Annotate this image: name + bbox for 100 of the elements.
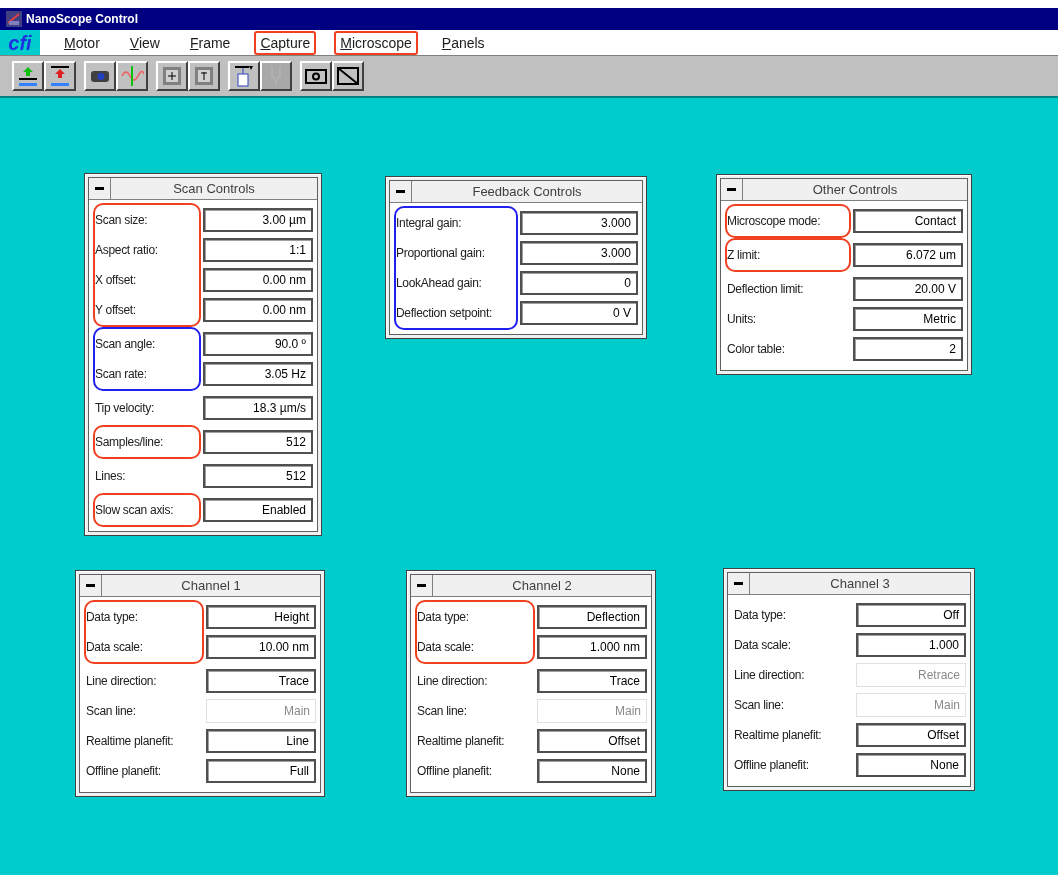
value-field[interactable]: 0 [520,271,638,295]
tip-icon [232,64,256,88]
field-label: Scan line: [734,697,784,714]
value-field[interactable]: 512 [203,430,313,454]
field-label: Data scale: [417,639,474,656]
value-field[interactable]: Trace [206,669,316,693]
field-label: Slow scan axis: [95,502,174,519]
field-label: Color table: [727,341,785,358]
panel-title: Other Controls [811,181,899,199]
value-field[interactable]: None [537,759,647,783]
value-field[interactable]: Line [206,729,316,753]
window-title: NanoScope Control [26,11,138,28]
panel-title: Feedback Controls [471,183,583,201]
value-field[interactable]: 1.000 nm [537,635,647,659]
value-field[interactable]: 20.00 V [853,277,963,301]
panel-title: Channel 2 [511,577,573,595]
value-field[interactable]: 18.3 µm/s [203,396,313,420]
field-label: Scan line: [417,703,467,720]
plus-icon [160,64,184,88]
field-label: Data scale: [734,637,791,654]
field-label: Aspect ratio: [95,242,158,259]
field-label: Y offset: [95,302,136,319]
value-field[interactable]: Offset [856,723,966,747]
menu-item[interactable]: Microscope [334,30,418,55]
toolbar-button[interactable] [84,61,116,91]
value-field[interactable]: 2 [853,337,963,361]
field-label: Line direction: [417,673,488,690]
value-field[interactable]: 512 [203,464,313,488]
field-label: Microscope mode: [727,213,821,230]
field-label: Samples/line: [95,434,164,451]
field-label: Data type: [86,609,138,626]
value-field[interactable]: 0.00 nm [203,298,313,322]
value-field[interactable]: 3.000 [520,241,638,265]
app-icon [6,11,22,27]
field-label: Deflection limit: [727,281,804,298]
value-field[interactable]: 1.000 [856,633,966,657]
value-field[interactable]: 3.05 Hz [203,362,313,386]
field-label: Tip velocity: [95,400,154,417]
field-label: Line direction: [86,673,157,690]
field-label: Scan angle: [95,336,156,353]
field-label: Data type: [417,609,469,626]
toolbar-button[interactable] [188,61,220,91]
panel-title: Channel 3 [829,575,891,593]
field-label: Realtime planefit: [417,733,505,750]
value-field[interactable]: 0.00 nm [203,268,313,292]
menu-item[interactable]: Capture [254,30,317,55]
value-field[interactable]: 10.00 nm [206,635,316,659]
field-label: Data type: [734,607,786,624]
menu-item[interactable]: View [123,30,166,55]
toolbar-button[interactable] [228,61,260,91]
value-field[interactable]: 3.000 [520,211,638,235]
field-label: Integral gain: [396,215,462,232]
field-label: Offline planefit: [86,763,161,780]
field-label: Units: [727,311,756,328]
field-label: Lines: [95,468,126,485]
crossed-box-icon [336,64,360,88]
field-label: Data scale: [86,639,143,656]
field-label: Scan line: [86,703,136,720]
panel-title: Channel 1 [180,577,242,595]
field-label: X offset: [95,272,137,289]
value-field[interactable]: 90.0 º [203,332,313,356]
value-field[interactable]: None [856,753,966,777]
value-field[interactable]: Metric [853,307,963,331]
field-label: Z limit: [727,247,760,264]
menu-item[interactable]: Motor [58,30,106,55]
value-field[interactable]: Offset [537,729,647,753]
value-field[interactable]: Height [206,605,316,629]
field-label: Scan size: [95,212,148,229]
toolbar-button[interactable] [116,61,148,91]
value-field[interactable]: 6.072 um [853,243,963,267]
toolbar-button[interactable] [12,61,44,91]
field-label: Realtime planefit: [86,733,174,750]
value-field[interactable]: Trace [537,669,647,693]
value-field[interactable]: 1:1 [203,238,313,262]
field-label: Offline planefit: [417,763,492,780]
value-field[interactable]: 3.00 µm [203,208,313,232]
toolbar-button[interactable] [156,61,188,91]
toolbar-button[interactable] [300,61,332,91]
value-field[interactable]: Off [856,603,966,627]
field-label: Scan rate: [95,366,147,383]
field-label: Proportional gain: [396,245,485,262]
app-logo: cfi [0,30,40,55]
field-label: Realtime planefit: [734,727,822,744]
field-label: Deflection setpoint: [396,305,493,322]
value-field[interactable]: 0 V [520,301,638,325]
value-field[interactable]: Full [206,759,316,783]
field-label: LookAhead gain: [396,275,482,292]
value-field[interactable]: Deflection [537,605,647,629]
panel-title: Scan Controls [172,180,256,198]
field-label: Offline planefit: [734,757,809,774]
value-field[interactable]: Contact [853,209,963,233]
toolbar-button[interactable] [332,61,364,91]
value-field[interactable]: Enabled [203,498,313,522]
waveform-icon [120,64,144,88]
menu-item[interactable]: Panels [435,30,491,55]
field-label: Line direction: [734,667,805,684]
menu-item[interactable]: Frame [183,30,237,55]
toolbar-button[interactable] [44,61,76,91]
arrow-up-icon [16,64,40,88]
arrow-down-icon [48,64,72,88]
